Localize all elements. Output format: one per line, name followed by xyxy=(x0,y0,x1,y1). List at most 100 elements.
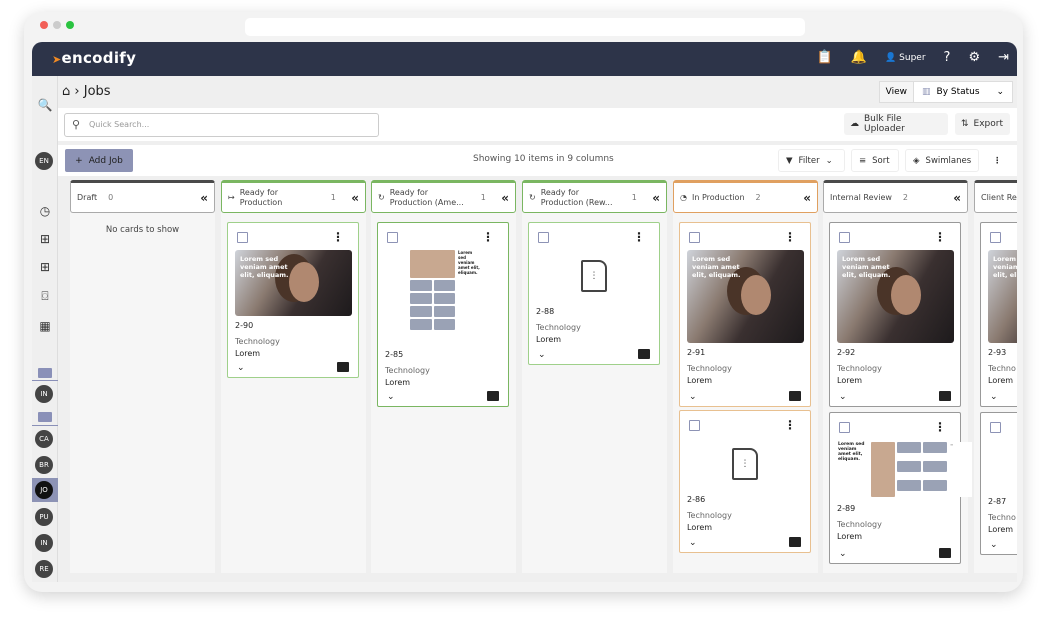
comment-icon[interactable] xyxy=(939,391,951,401)
column-title: Ready for Production (Rew... xyxy=(541,188,621,208)
card-thumbnail[interactable]: Lorem sed veniam amet elit, eliquam. xyxy=(410,250,480,330)
job-id: 2-93 xyxy=(988,347,1016,359)
job-id: 2-89 xyxy=(837,503,882,515)
job-id: 2-91 xyxy=(687,347,732,359)
card-checkbox[interactable] xyxy=(839,232,850,243)
column-header[interactable]: Internal Review 2 « xyxy=(823,180,968,213)
column-header[interactable]: Draft 0 « xyxy=(70,180,215,213)
column-title: Internal Review xyxy=(830,193,892,203)
collapse-column-icon[interactable]: « xyxy=(652,191,660,205)
card-checkbox[interactable] xyxy=(538,232,549,243)
job-card[interactable]: ⋮ Lorem sed veniam amet elit, eliquam. 2… xyxy=(679,222,811,407)
thumbnail-text: Lorem sed veniam amet elit, eliquam. xyxy=(692,255,747,279)
comment-icon[interactable] xyxy=(939,548,951,558)
job-category: Technology xyxy=(837,519,882,531)
job-subtitle: Lorem xyxy=(385,377,430,389)
collapse-column-icon[interactable]: « xyxy=(200,191,208,205)
collapse-column-icon[interactable]: « xyxy=(803,191,811,205)
thumbnail-text: Lorem sed veniam amet elit, eliquam. xyxy=(993,255,1017,279)
job-card[interactable]: ⋮ Lorem sed veniam amet elit, eliquam. 2… xyxy=(980,222,1017,407)
expand-chevron-icon[interactable]: ⌄ xyxy=(689,392,697,402)
card-checkbox[interactable] xyxy=(839,422,850,433)
card-menu-icon[interactable]: ⋮ xyxy=(482,231,494,243)
comment-icon[interactable] xyxy=(337,362,349,372)
card-menu-icon[interactable]: ⋮ xyxy=(784,231,796,243)
job-category: Technology xyxy=(536,322,581,334)
job-id: 2-88 xyxy=(536,306,581,318)
expand-chevron-icon[interactable]: ⌄ xyxy=(689,538,697,548)
job-category: Technology xyxy=(235,336,280,348)
collapse-column-icon[interactable]: « xyxy=(501,191,509,205)
empty-column-message: No cards to show xyxy=(70,225,215,235)
comment-icon[interactable] xyxy=(487,391,499,401)
expand-chevron-icon[interactable]: ⌄ xyxy=(237,363,245,373)
job-subtitle: Lorem xyxy=(988,524,1016,536)
job-card[interactable]: ⋮ ⋮ 2-88TechnologyLorem ⌄ xyxy=(528,222,660,365)
job-subtitle: Lorem xyxy=(687,375,732,387)
card-menu-icon[interactable]: ⋮ xyxy=(633,231,645,243)
column-count: 2 xyxy=(903,193,908,202)
job-subtitle: Lorem xyxy=(837,375,882,387)
expand-chevron-icon[interactable]: ⌄ xyxy=(990,392,998,402)
card-checkbox[interactable] xyxy=(387,232,398,243)
zip-file-icon: ⋮ xyxy=(581,260,607,292)
column-title: In Production xyxy=(692,193,745,203)
job-card[interactable]: ⋮ 2-87TechnoLorem ⌄ xyxy=(980,412,1017,555)
card-menu-icon[interactable]: ⋮ xyxy=(934,231,946,243)
job-category: Techno xyxy=(988,363,1016,375)
job-card[interactable]: ⋮ Lorem sed veniam amet elit, eliquam. 2… xyxy=(227,222,359,378)
expand-chevron-icon[interactable]: ⌄ xyxy=(538,350,546,360)
card-thumbnail[interactable]: Lorem sed veniam amet elit, eliquam.≡ xyxy=(838,442,972,497)
comment-icon[interactable] xyxy=(638,349,650,359)
card-checkbox[interactable] xyxy=(990,422,1001,433)
card-menu-icon[interactable]: ⋮ xyxy=(784,419,796,431)
card-checkbox[interactable] xyxy=(237,232,248,243)
job-category: Technology xyxy=(385,365,430,377)
job-card[interactable]: ⋮ ⋮ 2-86TechnologyLorem ⌄ xyxy=(679,410,811,553)
status-icon: ↻ xyxy=(529,193,536,202)
window-controls[interactable] xyxy=(40,21,74,29)
card-menu-icon[interactable]: ⋮ xyxy=(934,421,946,433)
card-thumbnail[interactable]: Lorem sed veniam amet elit, eliquam. xyxy=(988,250,1017,343)
card-thumbnail[interactable]: Lorem sed veniam amet elit, eliquam. xyxy=(235,250,352,316)
zip-file-icon: ⋮ xyxy=(732,448,758,480)
job-subtitle: Lorem xyxy=(235,348,280,360)
job-id: 2-85 xyxy=(385,349,430,361)
thumbnail-text: Lorem sed veniam amet elit, eliquam. xyxy=(458,250,480,330)
job-card[interactable]: ⋮ Lorem sed veniam amet elit, eliquam. 2… xyxy=(829,222,961,407)
status-icon: ◔ xyxy=(680,193,687,202)
column-count: 1 xyxy=(481,193,486,202)
job-card[interactable]: ⋮ Lorem sed veniam amet elit, eliquam.≡ … xyxy=(829,412,961,564)
comment-icon[interactable] xyxy=(789,537,801,547)
column-header[interactable]: Client Re« xyxy=(974,180,1017,213)
column-header[interactable]: ↻Ready for Production (Ame...1« xyxy=(371,180,516,213)
column-header[interactable]: ◔In Production2« xyxy=(673,180,818,213)
job-category: Technology xyxy=(837,363,882,375)
column-count: 1 xyxy=(632,193,637,202)
column-title: Ready for Production xyxy=(240,188,320,208)
card-checkbox[interactable] xyxy=(689,420,700,431)
comment-icon[interactable] xyxy=(789,391,801,401)
column-count: 0 xyxy=(108,193,113,202)
column-title: Draft xyxy=(77,193,97,203)
card-checkbox[interactable] xyxy=(689,232,700,243)
card-thumbnail[interactable]: Lorem sed veniam amet elit, eliquam. xyxy=(687,250,804,343)
expand-chevron-icon[interactable]: ⌄ xyxy=(990,540,998,550)
card-checkbox[interactable] xyxy=(990,232,1001,243)
status-icon: ↻ xyxy=(378,193,385,202)
job-subtitle: Lorem xyxy=(687,522,732,534)
expand-chevron-icon[interactable]: ⌄ xyxy=(387,392,395,402)
column-header[interactable]: ↻ Ready for Production (Rew... 1 « xyxy=(522,180,667,213)
collapse-column-icon[interactable]: « xyxy=(351,191,359,205)
card-thumbnail[interactable]: Lorem sed veniam amet elit, eliquam. xyxy=(837,250,954,343)
address-bar[interactable] xyxy=(245,18,805,36)
thumbnail-text: Lorem sed veniam amet elit, eliquam. xyxy=(842,255,897,279)
collapse-column-icon[interactable]: « xyxy=(953,191,961,205)
job-subtitle: Lorem xyxy=(988,375,1016,387)
expand-chevron-icon[interactable]: ⌄ xyxy=(839,392,847,402)
job-id: 2-90 xyxy=(235,320,280,332)
card-menu-icon[interactable]: ⋮ xyxy=(332,231,344,243)
expand-chevron-icon[interactable]: ⌄ xyxy=(839,549,847,559)
job-card[interactable]: ⋮ Lorem sed veniam amet elit, eliquam. 2… xyxy=(377,222,509,407)
column-header[interactable]: ↦Ready for Production1« xyxy=(221,180,366,213)
